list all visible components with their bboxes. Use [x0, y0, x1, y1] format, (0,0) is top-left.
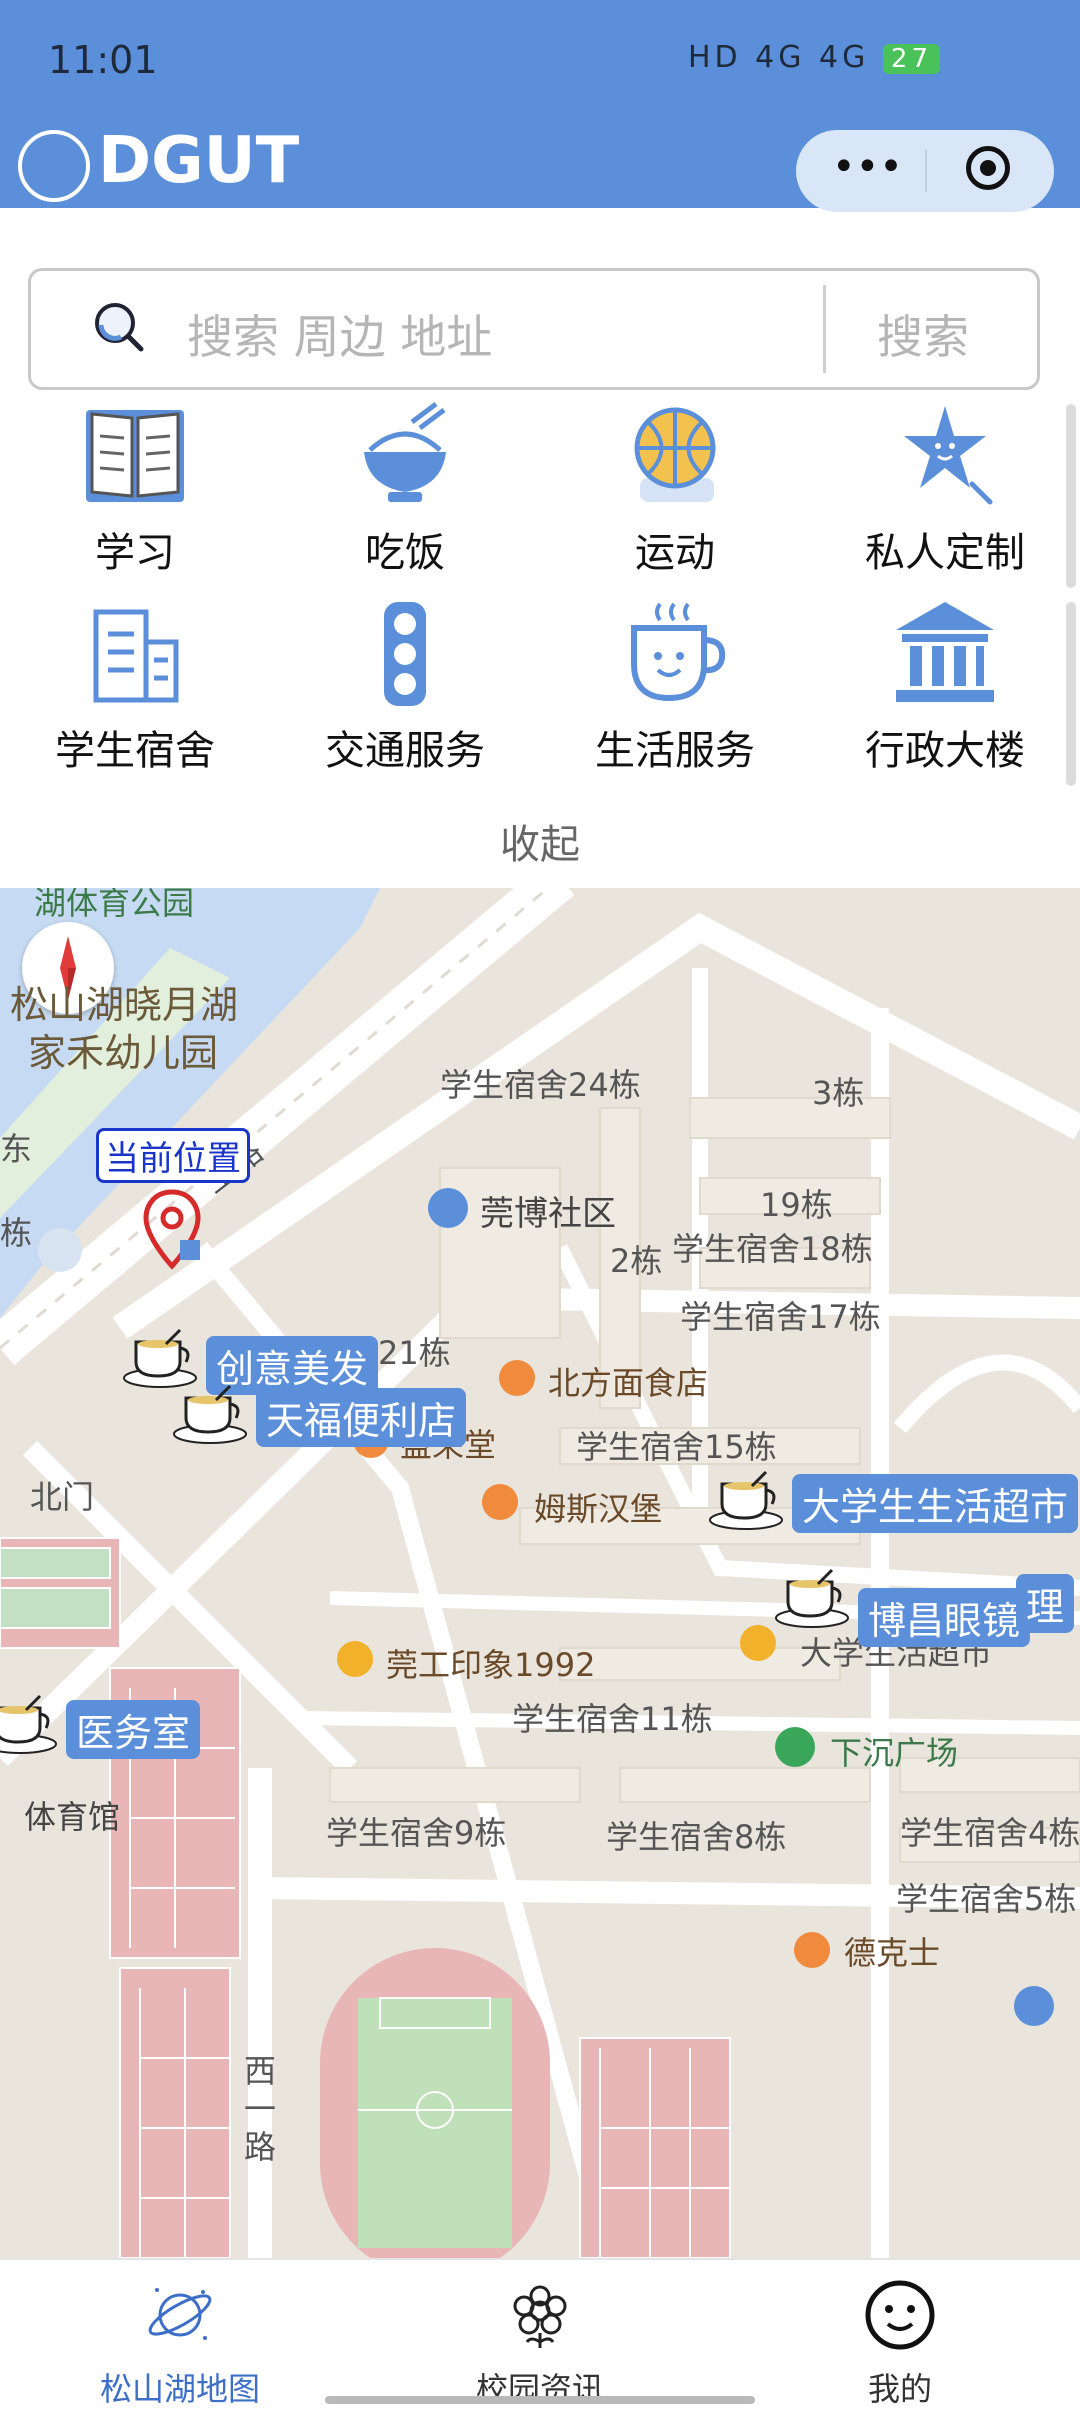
- poi-callout[interactable]: 博昌眼镜: [858, 1588, 1031, 1647]
- coffee-cup-marker-icon[interactable]: [0, 1694, 60, 1754]
- category-admin[interactable]: 行政大楼: [810, 598, 1080, 776]
- map-label: 学生宿舍17栋: [680, 1298, 881, 1336]
- poi-callout[interactable]: 天福便利店: [256, 1388, 467, 1447]
- poi-callout[interactable]: 医务室: [66, 1700, 201, 1759]
- map-label: 学生宿舍4栋: [900, 1814, 1080, 1852]
- category-label: 学习: [95, 530, 175, 576]
- search-button[interactable]: 搜索: [877, 301, 969, 367]
- map-label: 学生宿舍15栋: [576, 1428, 777, 1466]
- tab-campus-news[interactable]: 校园资讯: [360, 2278, 720, 2410]
- map-label: 3栋: [812, 1074, 865, 1112]
- smiley-icon: [865, 2280, 935, 2350]
- map-label: 北门: [30, 1478, 95, 1516]
- category-dorm[interactable]: 学生宿舍: [0, 598, 270, 776]
- star-icon: [904, 406, 993, 505]
- capsule-divider: [925, 150, 927, 192]
- app-title: DGUT: [98, 124, 300, 198]
- map-label: 2栋: [610, 1242, 663, 1280]
- traffic-light-icon: [384, 602, 426, 706]
- map-label: 学生宿舍24栋: [440, 1066, 641, 1104]
- map-label: 莞博社区: [480, 1194, 616, 1234]
- coffee-cup-marker-icon[interactable]: [706, 1470, 786, 1530]
- map-label: 学生宿舍8栋: [606, 1818, 787, 1856]
- grid-scrollbar[interactable]: [1066, 404, 1076, 588]
- flower-icon: [513, 2285, 567, 2348]
- mini-program-capsule: •••: [796, 130, 1054, 212]
- category-label: 学生宿舍: [55, 728, 215, 774]
- map-label: 西一路: [244, 2052, 277, 2166]
- map-label: 北方面食店: [548, 1364, 709, 1402]
- basketball-icon: [634, 407, 716, 502]
- map-label: 东: [0, 1130, 33, 1168]
- category-label: 私人定制: [865, 530, 1025, 576]
- map-label: 下沉广场: [830, 1734, 959, 1772]
- status-bar: 11:01 HD 4G 4G 27: [0, 0, 1080, 130]
- map-label: 莞工印象1992: [386, 1646, 596, 1684]
- category-label: 生活服务: [595, 728, 755, 774]
- map-label: 学生宿舍18栋: [672, 1230, 873, 1268]
- map-label: 19栋: [760, 1186, 833, 1224]
- category-label: 运动: [635, 530, 715, 576]
- coffee-cup-icon: [631, 602, 726, 702]
- collapse-button[interactable]: 收起: [0, 812, 1080, 870]
- status-time: 11:01: [48, 38, 158, 82]
- map-label: 松山湖晓月湖: [10, 983, 239, 1027]
- category-label: 吃饭: [365, 530, 445, 576]
- category-label: 交通服务: [325, 728, 485, 774]
- map-label: 德克士: [844, 1934, 941, 1972]
- location-pin-icon: [143, 1189, 201, 1270]
- tab-label: 松山湖地图: [99, 2370, 260, 2408]
- search-bar: 搜索 周边 地址 搜索: [28, 268, 1040, 390]
- status-icons: HD 4G 4G 27: [688, 40, 940, 75]
- more-dots-icon[interactable]: •••: [832, 144, 903, 190]
- book-icon: [86, 410, 184, 502]
- tab-mine[interactable]: 我的: [720, 2278, 1080, 2410]
- map-label: 湖体育公园: [34, 888, 195, 922]
- poi-callout[interactable]: 大学生生活超市: [792, 1474, 1079, 1533]
- category-traffic[interactable]: 交通服务: [270, 598, 540, 776]
- target-icon[interactable]: [966, 146, 1010, 190]
- grid-scrollbar[interactable]: [1066, 602, 1076, 786]
- map-label: 家禾幼儿园: [28, 1031, 219, 1075]
- coffee-cup-marker-icon[interactable]: [120, 1328, 200, 1388]
- poi-callout[interactable]: 理: [1016, 1574, 1075, 1633]
- map-label: 姆斯汉堡: [534, 1490, 663, 1528]
- category-life[interactable]: 生活服务: [540, 598, 810, 776]
- category-study[interactable]: 学习: [0, 400, 270, 578]
- nav-bar: DGUT •••: [0, 124, 1080, 212]
- coffee-cup-marker-icon[interactable]: [170, 1384, 250, 1444]
- search-input[interactable]: 搜索 周边 地址: [187, 301, 492, 367]
- battery-icon: 27: [882, 44, 940, 74]
- category-sport[interactable]: 运动: [540, 400, 810, 578]
- current-location-label: 当前位置: [96, 1128, 250, 1183]
- building-icon: [93, 609, 179, 703]
- government-building-icon: [896, 602, 994, 702]
- campus-map[interactable]: 湖体育公园 松山湖晓月湖 家禾幼儿园 学生宿舍24栋 3栋 工路 东 栋 莞博社…: [0, 888, 1080, 2258]
- rice-bowl-icon: [364, 402, 446, 502]
- map-label: 学生宿舍11栋: [512, 1700, 713, 1738]
- category-eat[interactable]: 吃饭: [270, 400, 540, 578]
- map-label: 学生宿舍5栋: [896, 1880, 1077, 1918]
- signal-icons: HD 4G 4G: [687, 40, 870, 75]
- search-divider: [823, 285, 826, 373]
- map-label: 体育馆: [24, 1798, 121, 1836]
- search-icon: [95, 303, 144, 352]
- coffee-cup-marker-icon[interactable]: [772, 1568, 852, 1628]
- tab-label: 我的: [867, 2370, 932, 2408]
- tab-map[interactable]: 松山湖地图: [0, 2278, 360, 2410]
- home-indicator[interactable]: [325, 2396, 755, 2404]
- tab-bar: 松山湖地图 校园资讯 我的: [0, 2258, 1080, 2410]
- map-label: 栋: [0, 1214, 33, 1252]
- category-label: 行政大楼: [865, 728, 1025, 774]
- planet-icon: [148, 2288, 212, 2340]
- category-custom[interactable]: 私人定制: [810, 400, 1080, 578]
- dgut-logo-icon: [18, 130, 90, 202]
- map-label: 学生宿舍9栋: [326, 1814, 507, 1852]
